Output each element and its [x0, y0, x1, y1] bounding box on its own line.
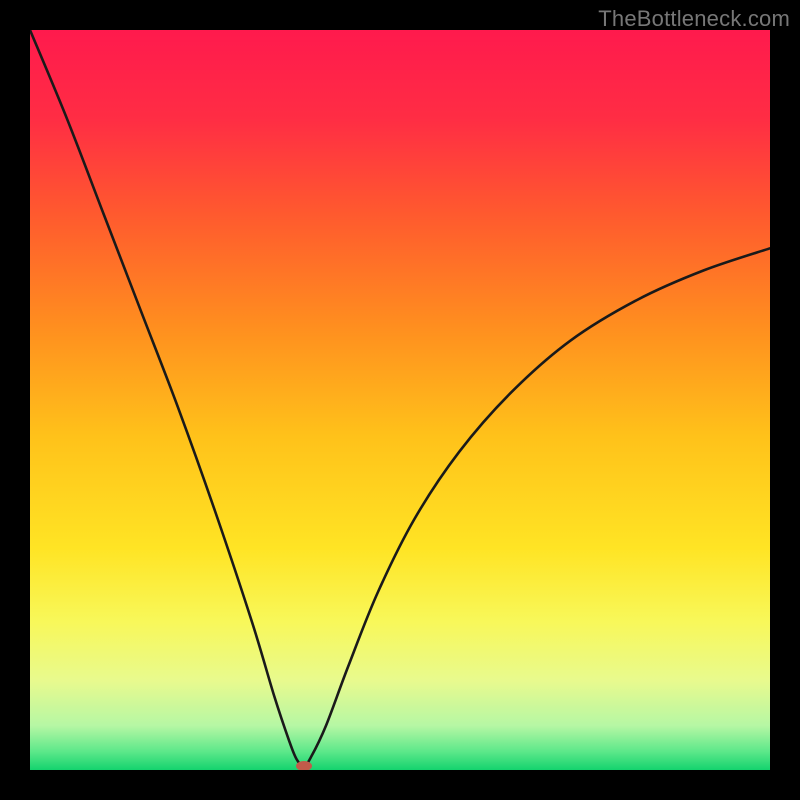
- minimum-marker: [296, 761, 312, 770]
- bottleneck-curve: [30, 30, 770, 770]
- chart-frame: TheBottleneck.com: [0, 0, 800, 800]
- plot-area: [30, 30, 770, 770]
- watermark-text: TheBottleneck.com: [598, 6, 790, 32]
